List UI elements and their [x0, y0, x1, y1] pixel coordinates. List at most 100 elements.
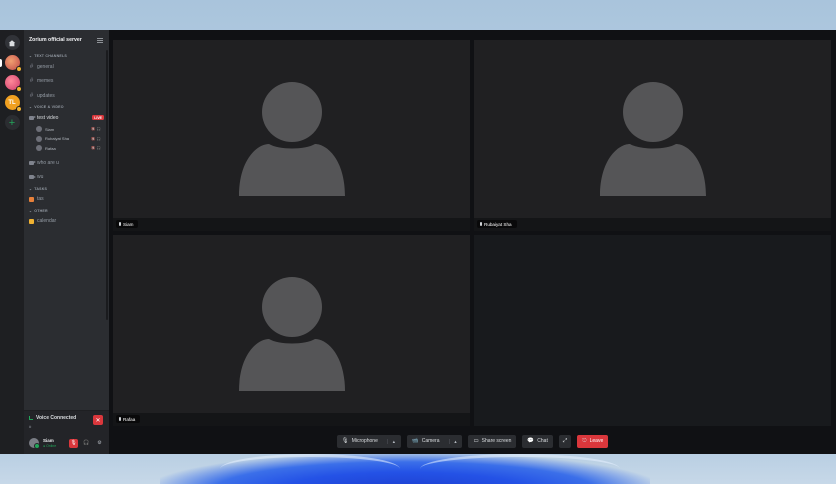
fullscreen-button[interactable]: ⤢ [558, 434, 572, 448]
participant-name: Rubaiyat Sha [477, 220, 517, 228]
participant-label: Rafaa [123, 416, 136, 422]
hash-icon: # [29, 63, 34, 70]
mute-deafen-icons: 🔇 🎧 [91, 127, 101, 132]
server-name: Zorium official server [29, 37, 82, 43]
share-screen-button[interactable]: ▭ Share screen [468, 434, 517, 448]
chevron-down-icon: ⌄ [29, 54, 33, 58]
video-camera-icon [29, 175, 36, 179]
signal-icon [29, 416, 33, 420]
server-icon-3[interactable]: TL [4, 95, 22, 112]
task-icon [29, 196, 34, 202]
server-header[interactable]: Zorium official server [24, 30, 109, 50]
category-other[interactable]: ⌄ OTHER [29, 209, 106, 213]
video-tile[interactable]: Rubaiyat Sha [473, 39, 832, 232]
category-voice-video[interactable]: ⌄ VOICE & VIDEO [29, 105, 106, 109]
chevron-down-icon: ⌄ [29, 105, 33, 109]
voice-user-list: Siam 🔇 🎧 Rubaiyat Sha 🔇 🎧 Rafaa 🔇 🎧 [27, 125, 106, 154]
mic-icon [119, 417, 121, 421]
category-label: TEXT CHANNELS [34, 54, 67, 58]
channel-tas[interactable]: tas [27, 194, 106, 205]
empty-tile [473, 234, 832, 427]
microphone-label: Microphone [351, 438, 378, 444]
camera-icon: 📹 [411, 438, 419, 444]
chevron-up-icon[interactable]: ▲ [448, 438, 457, 444]
tile-footer [113, 413, 470, 426]
chat-label: Chat [537, 438, 548, 444]
notification-badge [15, 86, 22, 92]
video-tile[interactable]: Siam [112, 39, 471, 232]
microphone-button[interactable]: 🎙 Microphone ▲ [336, 434, 401, 448]
video-grid: Siam Rubaiyat Sha Rafaa [111, 38, 833, 428]
category-label: VOICE & VIDEO [34, 105, 64, 109]
server-icon-1[interactable] [0, 55, 22, 72]
category-text-channels[interactable]: ⌄ TEXT CHANNELS [29, 54, 106, 58]
voice-user[interactable]: Rubaiyat Sha 🔇 🎧 [36, 134, 106, 144]
category-label: TASKS [34, 186, 48, 191]
leave-icon: ⎋ [582, 437, 587, 444]
server-initials: TL [8, 99, 16, 106]
channel-label: updates [37, 92, 55, 99]
channel-label: tas [37, 196, 44, 202]
voice-call-window: TL + Zorium official server ⌄ TEXT CHANN… [0, 30, 836, 454]
voice-channel-link[interactable]: # [29, 424, 104, 429]
channel-label: general [37, 63, 54, 70]
chat-icon: 💬 [527, 438, 535, 444]
channel-calendar[interactable]: calendar [27, 216, 106, 227]
channel-label: calendar [37, 218, 57, 224]
notification-badge [15, 66, 22, 72]
active-server-indicator [0, 59, 2, 67]
channel-sidebar: Zorium official server ⌄ TEXT CHANNELS #… [24, 30, 109, 454]
disconnect-button[interactable]: ✕ [93, 415, 103, 425]
mic-off-icon: 🎙 [70, 440, 77, 446]
home-button[interactable] [4, 35, 20, 50]
avatar [36, 126, 42, 133]
hash-icon: # [29, 92, 34, 99]
chevron-up-icon[interactable]: ▲ [386, 438, 396, 444]
channel-label: wu [37, 174, 44, 180]
channel-updates[interactable]: # updates [27, 90, 106, 101]
camera-button[interactable]: 📹 Camera ▲ [406, 434, 463, 448]
voice-user[interactable]: Siam 🔇 🎧 [36, 125, 106, 135]
channel-memes[interactable]: # memes [27, 76, 106, 87]
server-rail: TL + [0, 30, 24, 454]
channel-label: memes [37, 78, 54, 84]
wallpaper-swirl [420, 454, 620, 484]
category-tasks[interactable]: ⌄ TASKS [29, 187, 106, 191]
channel-test-video[interactable]: test video LIVE [27, 112, 106, 123]
deafen-button[interactable]: 🎧 [82, 439, 91, 448]
participant-name: Rafaa [116, 415, 141, 423]
sidebar-scrollbar[interactable] [106, 50, 108, 320]
server-icon-2[interactable] [4, 75, 22, 92]
video-tile[interactable]: Rafaa [112, 234, 471, 427]
channel-general[interactable]: # general [27, 61, 106, 72]
voice-user[interactable]: Rafaa 🔇 🎧 [36, 144, 106, 154]
channel-label: who are u [37, 159, 59, 166]
add-server-button[interactable]: + [4, 115, 20, 130]
user-name: Siam [43, 438, 54, 443]
menu-icon[interactable] [97, 37, 103, 43]
avatar[interactable] [29, 438, 40, 449]
leave-button[interactable]: ⎋ Leave [577, 434, 609, 448]
plus-icon: + [8, 116, 16, 129]
gear-icon: ⚙ [97, 440, 102, 446]
channel-wu[interactable]: wu [27, 172, 106, 183]
mic-icon [119, 222, 121, 226]
chat-button[interactable]: 💬 Chat [522, 434, 553, 448]
voice-connected-label: Voice Connected [36, 415, 77, 421]
live-badge: LIVE [92, 115, 104, 120]
calendar-icon [29, 218, 34, 224]
chevron-down-icon: ⌄ [29, 208, 33, 213]
mute-button[interactable]: 🎙 [69, 438, 78, 448]
settings-button[interactable]: ⚙ [95, 439, 104, 448]
person-avatar-icon [599, 82, 706, 196]
phone-hangup-icon: ✕ [95, 417, 101, 424]
voice-user-name: Rafaa [45, 145, 56, 151]
user-panel: Siam ● Online 🎙 🎧 ⚙ [24, 432, 109, 454]
participant-label: Rubaiyat Sha [484, 221, 512, 227]
call-control-bar: 🎙 Microphone ▲ 📹 Camera ▲ ▭ Share screen… [109, 428, 836, 454]
channel-list: ⌄ TEXT CHANNELS # general # memes # upda… [24, 50, 109, 410]
person-avatar-icon [238, 277, 345, 391]
home-icon [8, 39, 16, 46]
participant-name: Siam [116, 220, 139, 228]
channel-who-are-u[interactable]: who are u [27, 157, 106, 168]
